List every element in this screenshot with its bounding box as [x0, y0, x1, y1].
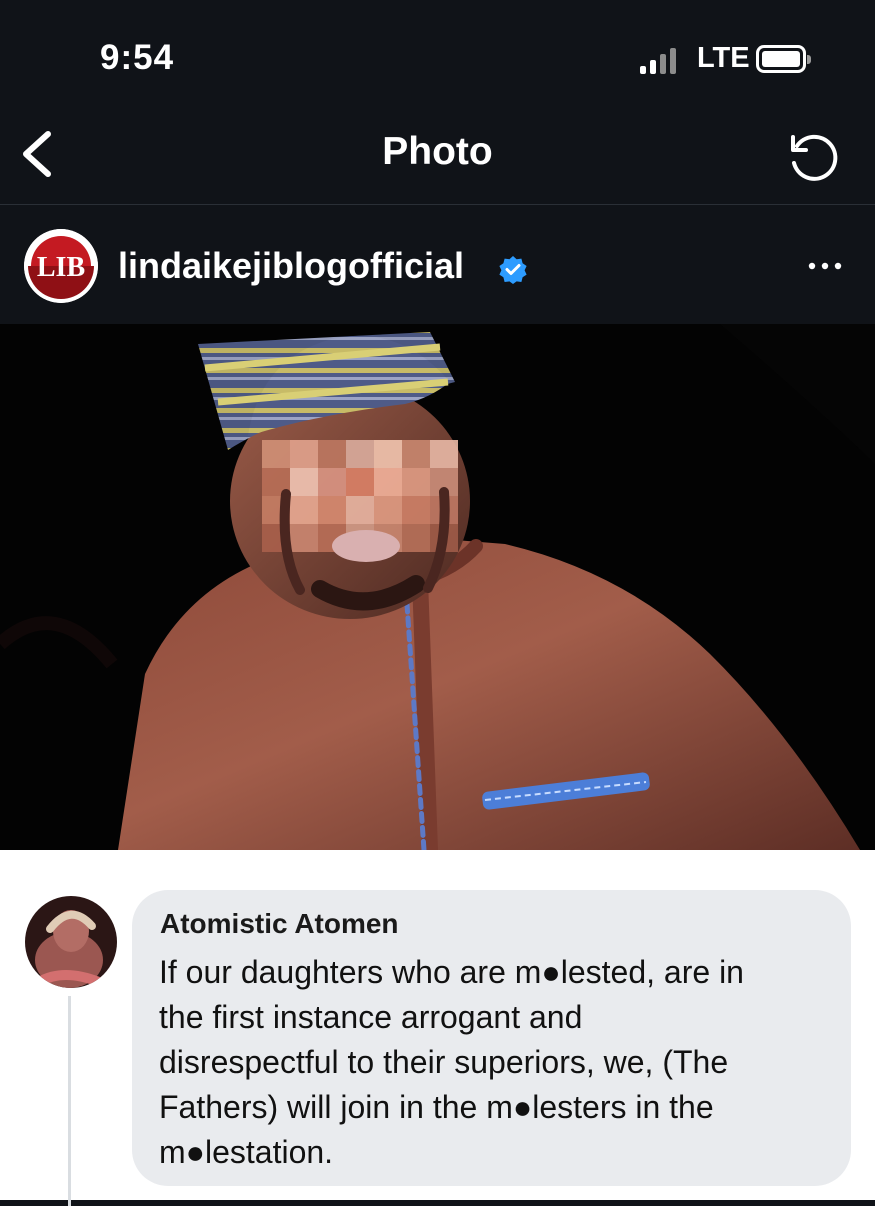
- account-username[interactable]: lindaikejiblogofficial: [118, 245, 464, 287]
- verified-badge-icon: [499, 256, 527, 284]
- navigation-bar: Photo: [0, 110, 875, 204]
- signal-icon: [640, 48, 676, 74]
- account-avatar[interactable]: LIB: [24, 229, 98, 303]
- network-label: LTE: [697, 42, 750, 74]
- comment-bubble: Atomistic Atomen If our daughters who ar…: [132, 890, 851, 1186]
- comment-line: m●lestation.: [159, 1134, 334, 1170]
- refresh-icon[interactable]: [780, 126, 842, 188]
- comment-avatar[interactable]: [25, 896, 117, 988]
- more-horizontal-icon[interactable]: [804, 245, 846, 287]
- comment-author[interactable]: Atomistic Atomen: [160, 908, 399, 940]
- comment-text: If our daughters who are m●lested, are i…: [159, 950, 819, 1175]
- status-bar: 9:54 LTE: [0, 0, 875, 110]
- comment-area: Atomistic Atomen If our daughters who ar…: [0, 850, 875, 1206]
- post-header: LIB lindaikejiblogofficial: [0, 205, 875, 324]
- battery-full-icon: [756, 45, 811, 73]
- comment-line: disrespectful to their superiors, we, (T…: [159, 1044, 729, 1080]
- status-time: 9:54: [100, 38, 175, 77]
- post-photo-art: [0, 324, 875, 850]
- comment-line: Fathers) will join in the m●lesters in t…: [159, 1089, 714, 1125]
- comment-line: If our daughters who are m●lested, are i…: [159, 954, 744, 990]
- page-title: Photo: [382, 130, 493, 173]
- profile-photo-icon: [25, 896, 117, 988]
- comment-thread-line: [68, 996, 71, 1206]
- svg-text:LIB: LIB: [37, 252, 85, 283]
- post-photo: [0, 324, 875, 850]
- lib-logo-icon: LIB: [24, 229, 98, 303]
- comment-line: the first instance arrogant and: [159, 999, 583, 1035]
